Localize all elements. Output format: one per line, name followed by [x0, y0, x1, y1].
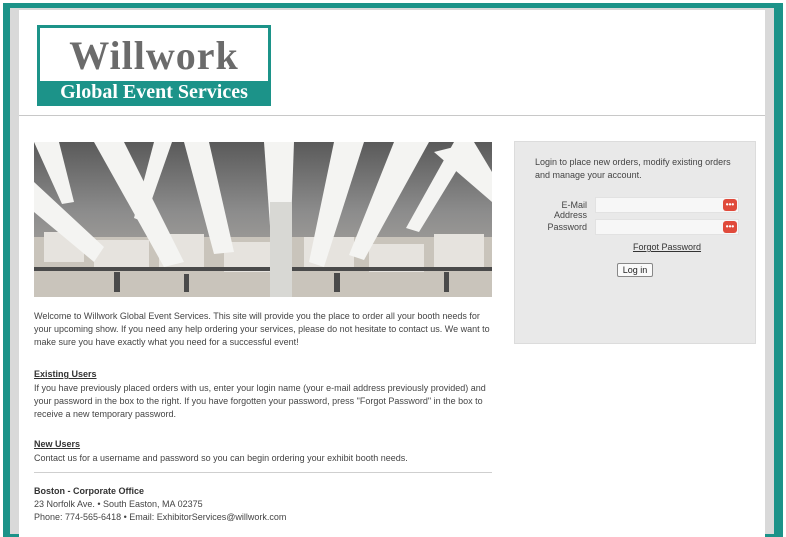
- email-label: E-Mail Address: [553, 200, 587, 220]
- content-divider: [34, 472, 492, 473]
- logo-brand-bottom: Global Event Services: [40, 81, 268, 103]
- password-field[interactable]: •••: [595, 219, 739, 235]
- new-users-heading: New Users: [34, 439, 81, 449]
- existing-users-heading: Existing Users: [34, 369, 97, 379]
- email-field[interactable]: •••: [595, 197, 739, 213]
- password-label: Password: [547, 222, 587, 232]
- header-divider: [19, 115, 765, 116]
- welcome-text: Welcome to Willwork Global Event Service…: [34, 311, 490, 347]
- logo-brand-top: Willwork: [69, 33, 239, 78]
- login-intro-text: Login to place new orders, modify existi…: [535, 157, 731, 180]
- office-heading: Boston - Corporate Office: [34, 486, 145, 496]
- forgot-password-link[interactable]: Forgot Password: [595, 242, 739, 252]
- new-users-text: Contact us for a username and password s…: [34, 453, 408, 463]
- login-panel: Login to place new orders, modify existi…: [514, 141, 756, 344]
- existing-users-text: If you have previously placed orders wit…: [34, 383, 486, 419]
- office-contact: Phone: 774-565-6418 • Email: ExhibitorSe…: [34, 512, 287, 522]
- hero-photo: [34, 142, 492, 297]
- login-button[interactable]: Log in: [617, 263, 653, 277]
- exhibition-hall-image: [34, 142, 492, 297]
- office-address: 23 Norfolk Ave. • South Easton, MA 02375: [34, 499, 203, 509]
- page: Willwork Global Event Services Welcome t…: [19, 10, 765, 537]
- required-indicator-icon: •••: [723, 199, 737, 211]
- logo: Willwork Global Event Services: [37, 25, 271, 106]
- required-indicator-icon: •••: [723, 221, 737, 233]
